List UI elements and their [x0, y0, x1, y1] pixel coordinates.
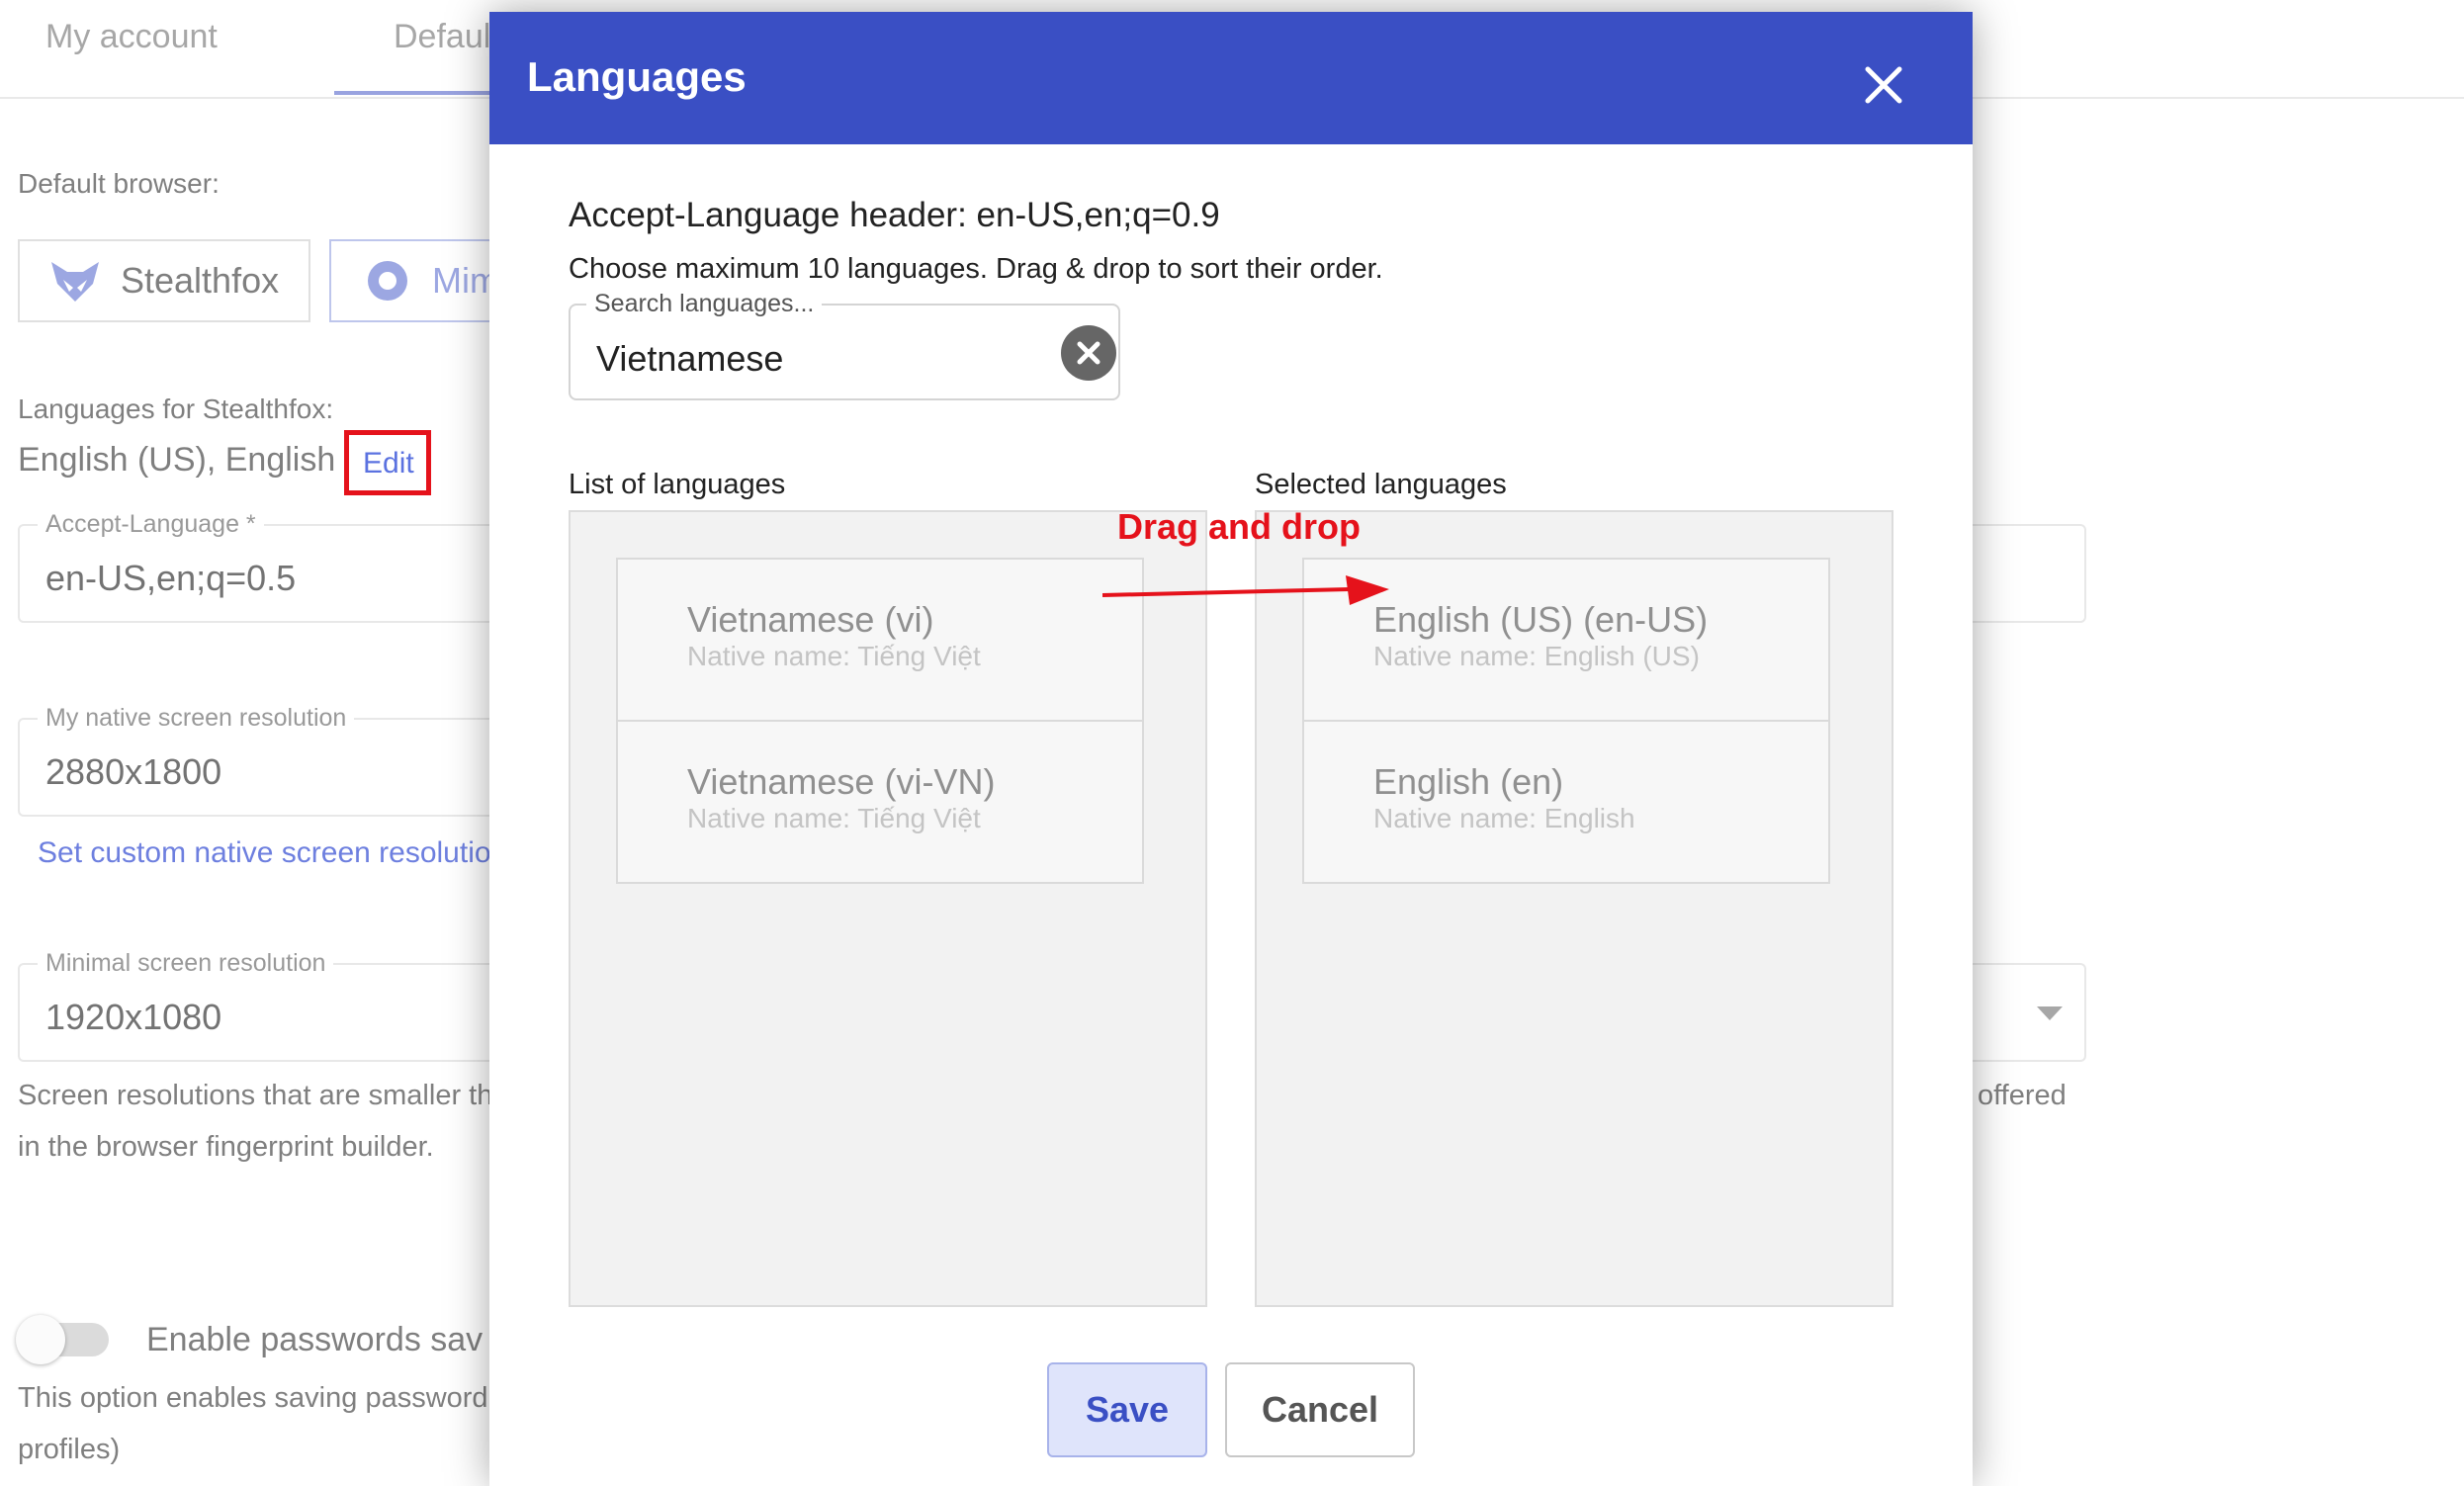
language-name: Vietnamese (vi): [687, 599, 934, 640]
list-of-languages-label: List of languages: [569, 469, 786, 500]
dialog-header: Languages: [489, 12, 1973, 144]
language-name: English (US) (en-US): [1373, 599, 1709, 640]
list-item[interactable]: Vietnamese (vi) Native name: Tiếng Việt: [616, 558, 1144, 722]
instruction-text: Choose maximum 10 languages. Drag & drop…: [569, 253, 1383, 285]
search-languages-field: Search languages...: [569, 290, 1120, 400]
language-native-name: Native name: English (US): [1373, 641, 1700, 671]
language-name: English (en): [1373, 761, 1564, 802]
clear-search-button[interactable]: [1061, 325, 1116, 381]
edit-languages-label: Edit: [363, 447, 414, 480]
save-button[interactable]: Save: [1047, 1362, 1207, 1457]
search-languages-input[interactable]: [594, 333, 1033, 385]
language-native-name: Native name: English: [1373, 803, 1635, 833]
selected-languages-label: Selected languages: [1255, 469, 1507, 500]
arrow-right-icon: [1102, 575, 1389, 605]
available-languages-list: Vietnamese (vi) Native name: Tiếng Việt …: [569, 510, 1207, 1307]
selected-languages-list: English (US) (en-US) Native name: Englis…: [1255, 510, 1893, 1307]
search-languages-label: Search languages...: [586, 290, 823, 318]
close-button[interactable]: [1860, 61, 1907, 109]
drag-and-drop-annotation: Drag and drop: [1117, 506, 1362, 547]
edit-languages-button[interactable]: Edit: [344, 430, 431, 495]
language-native-name: Native name: Tiếng Việt: [687, 803, 981, 833]
list-item[interactable]: Vietnamese (vi-VN) Native name: Tiếng Vi…: [616, 720, 1144, 884]
dialog-title: Languages: [527, 53, 747, 100]
language-name: Vietnamese (vi-VN): [687, 761, 996, 802]
list-item[interactable]: English (en) Native name: English: [1302, 720, 1830, 884]
accept-language-header-text: Accept-Language header: en-US,en;q=0.9: [569, 196, 1220, 234]
close-icon: [1865, 66, 1902, 104]
close-icon: [1077, 341, 1100, 365]
languages-dialog: Languages Accept-Language header: en-US,…: [489, 12, 1973, 1486]
cancel-button[interactable]: Cancel: [1225, 1362, 1415, 1457]
language-native-name: Native name: Tiếng Việt: [687, 641, 981, 671]
